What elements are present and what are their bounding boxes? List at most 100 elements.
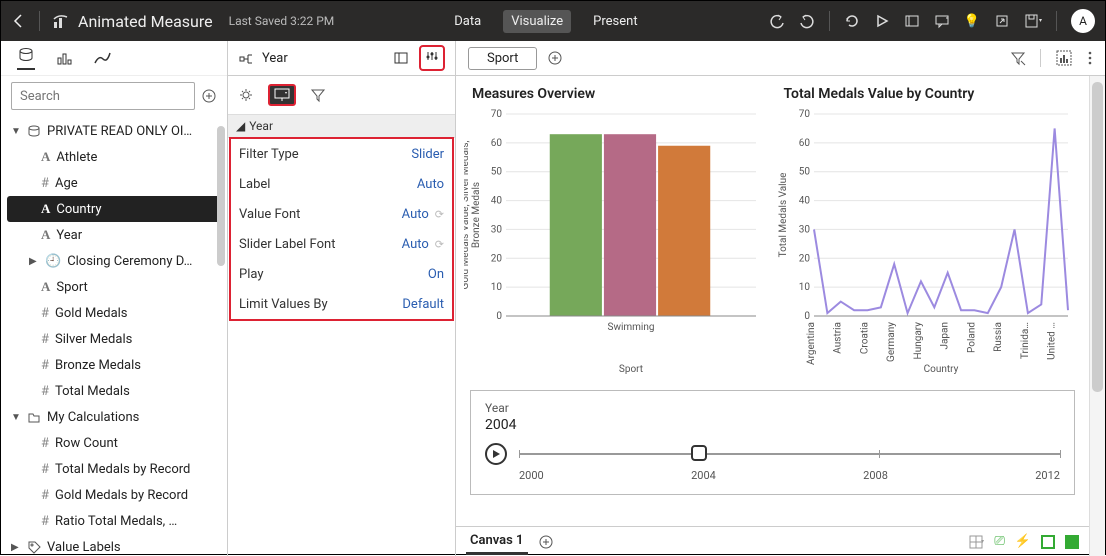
sidebar-scrollbar[interactable] — [217, 118, 225, 556]
dataset-icon — [27, 124, 41, 138]
svg-text:Poland: Poland — [966, 322, 977, 353]
preview-icon[interactable] — [904, 13, 920, 29]
svg-text:Germany: Germany — [886, 322, 897, 362]
play-icon[interactable] — [874, 13, 890, 29]
field-tree: ▼ PRIVATE READ ONLY OI… AAthlete #Age AC… — [1, 118, 227, 556]
value-labels[interactable]: ▶ Value Labels — [1, 534, 227, 556]
grid-icon[interactable] — [968, 534, 984, 550]
layout-single-icon[interactable] — [1041, 535, 1055, 549]
reset-icon[interactable]: ⟳ — [435, 208, 444, 221]
svg-text:40: 40 — [491, 196, 503, 207]
field-country[interactable]: ACountry — [7, 196, 221, 222]
medals-by-country-chart[interactable]: Total Medals Value by Country 0102030405… — [776, 86, 1082, 378]
field-sport[interactable]: ASport — [1, 274, 227, 300]
save-icon[interactable] — [1024, 13, 1042, 29]
bulb-icon[interactable]: 💡 — [964, 14, 980, 29]
filter-display-icon[interactable] — [268, 84, 296, 106]
grammar-icon[interactable] — [238, 50, 254, 66]
add-canvas-icon[interactable] — [538, 534, 554, 550]
auto-viz-icon[interactable] — [1055, 49, 1073, 67]
add-data-icon[interactable] — [201, 88, 217, 104]
svg-text:30: 30 — [798, 224, 810, 235]
more-icon[interactable] — [1087, 50, 1093, 66]
svg-text:United …: United … — [1046, 322, 1057, 360]
prop-label[interactable]: LabelAuto — [231, 169, 452, 199]
layout-split-icon[interactable] — [1065, 535, 1079, 549]
canvas-scrollbar[interactable] — [1089, 76, 1105, 556]
comment-icon[interactable] — [934, 13, 950, 29]
slider-play-button[interactable] — [485, 443, 507, 465]
prop-slider-font[interactable]: Slider Label FontAuto⟳ — [231, 229, 452, 259]
svg-text:20: 20 — [798, 253, 810, 264]
mode-data[interactable]: Data — [446, 10, 489, 33]
svg-text:50: 50 — [798, 167, 810, 178]
chart-title: Measures Overview — [464, 86, 770, 102]
filter-props-button[interactable] — [419, 45, 445, 71]
avatar[interactable]: A — [1071, 9, 1095, 33]
svg-text:Russia: Russia — [993, 322, 1004, 352]
svg-text:70: 70 — [798, 109, 810, 120]
property-list: Filter TypeSlider LabelAuto Value FontAu… — [229, 137, 454, 321]
brush-icon[interactable]: ⎚ — [994, 534, 1004, 549]
mode-present[interactable]: Present — [585, 10, 645, 33]
svg-text:60: 60 — [798, 138, 810, 149]
reset-icon[interactable]: ⟳ — [435, 238, 444, 251]
slider-value: 2004 — [485, 417, 1060, 433]
analytics-tab-icon[interactable] — [93, 49, 111, 67]
grammar-label: Year — [262, 51, 385, 66]
field-athlete[interactable]: AAthlete — [1, 144, 227, 170]
tick-label: 2004 — [691, 469, 716, 482]
funnel2-icon[interactable] — [1010, 50, 1026, 66]
calc-gold-rec[interactable]: #Gold Medals by Record — [1, 482, 227, 508]
svg-text:0: 0 — [804, 311, 810, 322]
tree-calcs[interactable]: ▼ My Calculations — [1, 404, 227, 430]
page-title-group: Animated Measure — [52, 12, 213, 31]
measures-overview-chart[interactable]: Measures Overview 010203040506070Swimmin… — [464, 86, 770, 378]
prop-value-font[interactable]: Value FontAuto⟳ — [231, 199, 452, 229]
calc-rowcount[interactable]: #Row Count — [1, 430, 227, 456]
refresh-icon[interactable] — [844, 13, 860, 29]
svg-text:20: 20 — [491, 253, 503, 264]
undo-icon[interactable] — [769, 13, 785, 29]
bolt-icon[interactable]: ⚡ — [1015, 534, 1031, 549]
mode-visualize[interactable]: Visualize — [503, 10, 571, 33]
top-bar: Animated Measure Last Saved 3:22 PM Data… — [1, 1, 1105, 41]
field-silver[interactable]: #Silver Medals — [1, 326, 227, 352]
gear-icon[interactable] — [238, 87, 254, 103]
export-icon[interactable] — [994, 13, 1010, 29]
funnel-icon[interactable] — [310, 87, 326, 103]
field-year[interactable]: AYear — [1, 222, 227, 248]
add-filter-icon[interactable] — [547, 50, 563, 66]
back-icon[interactable] — [11, 13, 27, 29]
svg-text:Sport: Sport — [619, 364, 643, 375]
slider-thumb[interactable] — [691, 445, 707, 461]
redo-icon[interactable] — [799, 13, 815, 29]
data-tab-icon[interactable] — [17, 46, 35, 70]
field-age[interactable]: #Age — [1, 170, 227, 196]
viz-tab-icon[interactable] — [55, 49, 73, 67]
tree-root[interactable]: ▼ PRIVATE READ ONLY OI… — [1, 118, 227, 144]
field-bronze[interactable]: #Bronze Medals — [1, 352, 227, 378]
panel-icon[interactable] — [393, 50, 409, 66]
prop-filter-type[interactable]: Filter TypeSlider — [231, 139, 452, 169]
svg-text:Country: Country — [923, 364, 958, 375]
svg-text:50: 50 — [491, 167, 503, 178]
svg-text:Total Medals Value: Total Medals Value — [778, 173, 789, 258]
search-input[interactable] — [11, 82, 195, 110]
field-total[interactable]: #Total Medals — [1, 378, 227, 404]
svg-text:Croatia: Croatia — [859, 322, 870, 354]
field-gold[interactable]: #Gold Medals — [1, 300, 227, 326]
field-closing[interactable]: ▶🕘Closing Ceremony D… — [1, 248, 227, 274]
calc-total-rec[interactable]: #Total Medals by Record — [1, 456, 227, 482]
prop-limit[interactable]: Limit Values ByDefault — [231, 289, 452, 319]
calc-ratio[interactable]: #Ratio Total Medals, … — [1, 508, 227, 534]
page-title: Animated Measure — [78, 12, 213, 31]
sport-pill[interactable]: Sport — [468, 47, 537, 70]
svg-text:30: 30 — [491, 224, 503, 235]
tag-icon — [27, 540, 41, 554]
canvas-tab[interactable]: Canvas 1 — [466, 529, 528, 555]
slider-track[interactable] — [519, 453, 1060, 455]
svg-text:Gold Medals Value, Silver Meda: Gold Medals Value, Silver Medals,Bronze … — [464, 140, 482, 289]
prop-play[interactable]: PlayOn — [231, 259, 452, 289]
section-year[interactable]: ◢Year — [228, 114, 455, 138]
